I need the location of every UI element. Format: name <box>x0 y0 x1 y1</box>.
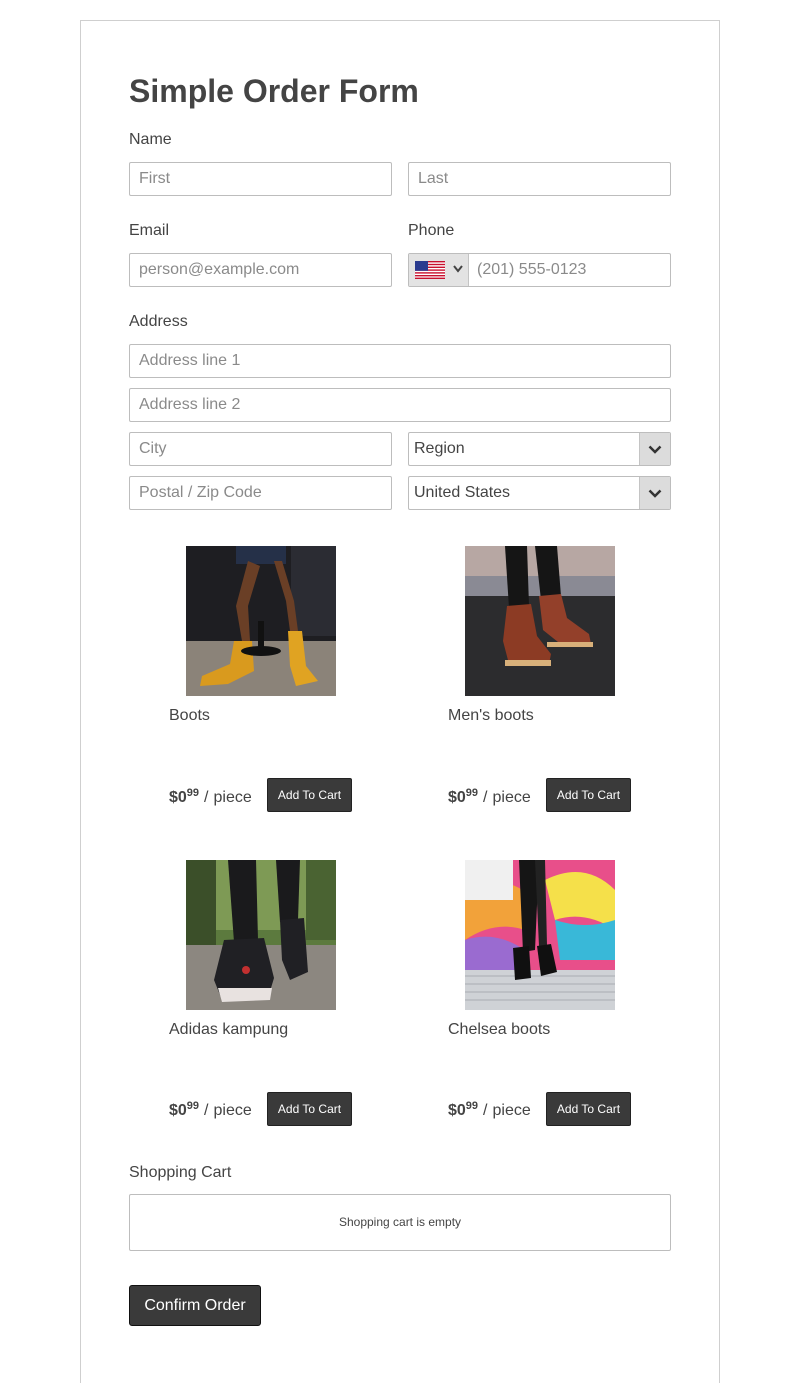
product-name: Men's boots <box>448 707 534 724</box>
add-to-cart-button[interactable]: Add To Cart <box>267 778 352 812</box>
product-image-mens-boots <box>465 546 615 696</box>
postal-code-input[interactable]: Postal / Zip Code <box>129 476 392 510</box>
email-input[interactable]: person@example.com <box>129 253 392 287</box>
chevron-down-icon <box>639 433 670 465</box>
phone-label: Phone <box>408 222 455 239</box>
confirm-order-button[interactable]: Confirm Order <box>129 1285 261 1326</box>
chevron-down-icon <box>453 265 463 273</box>
address-line1-input[interactable]: Address line 1 <box>129 344 671 378</box>
shopping-cart-box: Shopping cart is empty <box>129 1194 671 1251</box>
country-code-selector[interactable] <box>409 254 469 286</box>
product-name: Adidas kampung <box>169 1021 289 1038</box>
region-select[interactable]: Region <box>408 432 671 466</box>
name-label: Name <box>129 131 172 148</box>
phone-placeholder: (201) 555-0123 <box>477 261 587 278</box>
address-label: Address <box>129 313 188 330</box>
product-price: $099/piece <box>448 787 531 806</box>
phone-input[interactable]: (201) 555-0123 <box>408 253 671 287</box>
shopping-cart-label: Shopping Cart <box>129 1164 232 1181</box>
product-name: Chelsea boots <box>448 1021 551 1038</box>
last-name-input[interactable]: Last <box>408 162 671 196</box>
first-name-input[interactable]: First <box>129 162 392 196</box>
order-form-card: Simple Order Form Name First Last Email … <box>80 20 720 1383</box>
add-to-cart-button[interactable]: Add To Cart <box>546 778 631 812</box>
address-line2-input[interactable]: Address line 2 <box>129 388 671 422</box>
country-select-value: United States <box>414 484 511 501</box>
city-input[interactable]: City <box>129 432 392 466</box>
chevron-down-icon <box>639 477 670 509</box>
add-to-cart-button[interactable]: Add To Cart <box>546 1092 631 1126</box>
product-price: $099/piece <box>169 787 252 806</box>
product-image-adidas-kampung <box>186 860 336 1010</box>
add-to-cart-button[interactable]: Add To Cart <box>267 1092 352 1126</box>
country-select[interactable]: United States <box>408 476 671 510</box>
page-title: Simple Order Form <box>129 73 419 109</box>
product-price: $099/piece <box>448 1100 531 1119</box>
product-image-chelsea-boots <box>465 860 615 1010</box>
product-image-boots <box>186 546 336 696</box>
region-select-value: Region <box>414 440 465 457</box>
product-price: $099/piece <box>169 1100 252 1119</box>
us-flag-icon <box>415 261 445 279</box>
product-name: Boots <box>169 707 210 724</box>
email-label: Email <box>129 222 170 239</box>
